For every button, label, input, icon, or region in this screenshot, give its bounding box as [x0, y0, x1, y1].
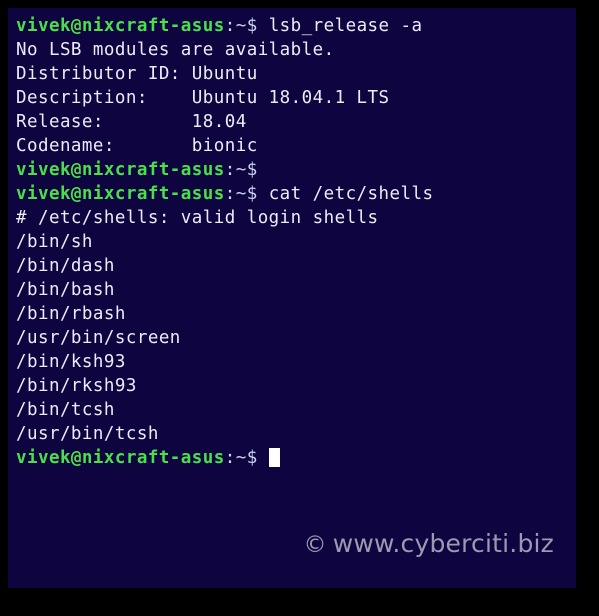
shell-prompt-user-host: vivek@nixcraft-asus	[16, 184, 225, 204]
terminal-output-line: /bin/bash	[16, 278, 433, 302]
terminal-text: /bin/bash	[16, 280, 115, 300]
terminal-screen-buffer: vivek@nixcraft-asus:~$ lsb_release -a No …	[16, 14, 433, 470]
terminal-output-line: Description: Ubuntu 18.04.1 LTS	[16, 86, 433, 110]
terminal-output-line: No LSB modules are available.	[16, 38, 433, 62]
terminal-text: Codename: bionic	[16, 136, 258, 156]
terminal-prompt-line: vivek@nixcraft-asus:~$ cat /etc/shells	[16, 182, 433, 206]
terminal-text: /bin/rksh93	[16, 376, 137, 396]
terminal-output-line: /usr/bin/tcsh	[16, 422, 433, 446]
terminal-output-line: /bin/ksh93	[16, 350, 433, 374]
terminal-prompt-line: vivek@nixcraft-asus:~$ lsb_release -a	[16, 14, 433, 38]
terminal-output-line: /bin/rbash	[16, 302, 433, 326]
terminal-text: Distributor ID: Ubuntu	[16, 64, 258, 84]
terminal-text: Release: 18.04	[16, 112, 247, 132]
terminal-prompt-line: vivek@nixcraft-asus:~$	[16, 158, 433, 182]
terminal-text: No LSB modules are available.	[16, 40, 335, 60]
terminal-output-line: /bin/dash	[16, 254, 433, 278]
shell-prompt-user-host: vivek@nixcraft-asus	[16, 160, 225, 180]
terminal-output-line: Release: 18.04	[16, 110, 433, 134]
terminal-output-line: # /etc/shells: valid login shells	[16, 206, 433, 230]
terminal-text: /usr/bin/tcsh	[16, 424, 159, 444]
terminal-output-line: /bin/sh	[16, 230, 433, 254]
shell-prompt-path-symbol: :~$	[224, 184, 258, 204]
terminal-output-line: /bin/tcsh	[16, 398, 433, 422]
shell-prompt-user-host: vivek@nixcraft-asus	[16, 448, 225, 468]
shell-prompt-user-host: vivek@nixcraft-asus	[16, 16, 225, 36]
terminal-prompt-line: vivek@nixcraft-asus:~$	[16, 446, 433, 470]
copyright-icon: ©	[303, 532, 327, 558]
terminal-window[interactable]: vivek@nixcraft-asus:~$ lsb_release -a No …	[8, 8, 576, 588]
shell-prompt-path-symbol: :~$	[224, 448, 258, 468]
terminal-output-line: Codename: bionic	[16, 134, 433, 158]
terminal-text: /bin/dash	[16, 256, 115, 276]
terminal-text: Description: Ubuntu 18.04.1 LTS	[16, 88, 390, 108]
watermark-text: www.cyberciti.biz	[332, 529, 554, 558]
watermark: © www.cyberciti.biz	[304, 529, 554, 558]
terminal-text: # /etc/shells: valid login shells	[16, 208, 379, 228]
terminal-text: /bin/tcsh	[16, 400, 115, 420]
shell-prompt-path-symbol: :~$	[224, 16, 258, 36]
shell-command-text: lsb_release -a	[257, 16, 423, 36]
shell-command-text	[258, 448, 269, 468]
shell-prompt-path-symbol: :~$	[224, 160, 258, 180]
shell-command-text: cat /etc/shells	[257, 184, 434, 204]
terminal-text: /bin/sh	[16, 232, 93, 252]
terminal-output-line: /usr/bin/screen	[16, 326, 433, 350]
terminal-output-line: Distributor ID: Ubuntu	[16, 62, 433, 86]
terminal-text: /bin/rbash	[16, 304, 126, 324]
terminal-output-line: /bin/rksh93	[16, 374, 433, 398]
text-cursor	[268, 448, 280, 467]
screenshot-root: vivek@nixcraft-asus:~$ lsb_release -a No …	[0, 0, 599, 616]
terminal-text: /usr/bin/screen	[16, 328, 181, 348]
terminal-text: /bin/ksh93	[16, 352, 126, 372]
